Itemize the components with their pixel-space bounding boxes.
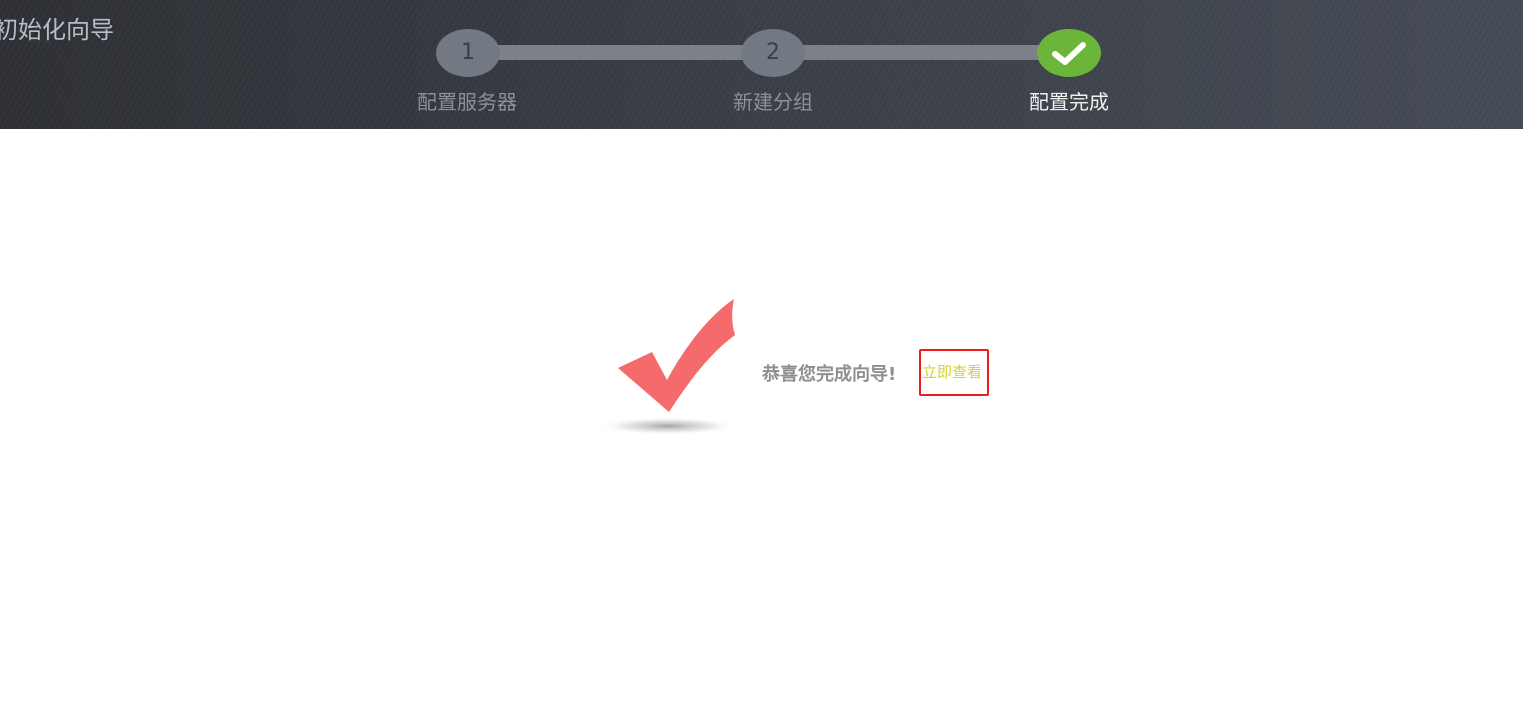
completion-panel: 恭喜您完成向导! 立即查看 [598,295,1018,445]
congrats-message: 恭喜您完成向导! [762,364,897,385]
step-2-label: 新建分组 [733,90,813,114]
wizard-header: 初始化向导 1 配置服务器 2 新建分组 配置完成 [0,0,1523,129]
step-1-circle: 1 [436,29,500,77]
check-icon [1052,42,1086,65]
step-3-label: 配置完成 [1029,90,1109,114]
step-1-label: 配置服务器 [417,90,517,114]
app-title: 初始化向导 [0,16,114,44]
big-check-icon [598,299,738,435]
step-3-circle [1037,29,1101,77]
view-now-link[interactable]: 立即查看 [919,349,989,396]
step-2-circle: 2 [741,29,805,77]
